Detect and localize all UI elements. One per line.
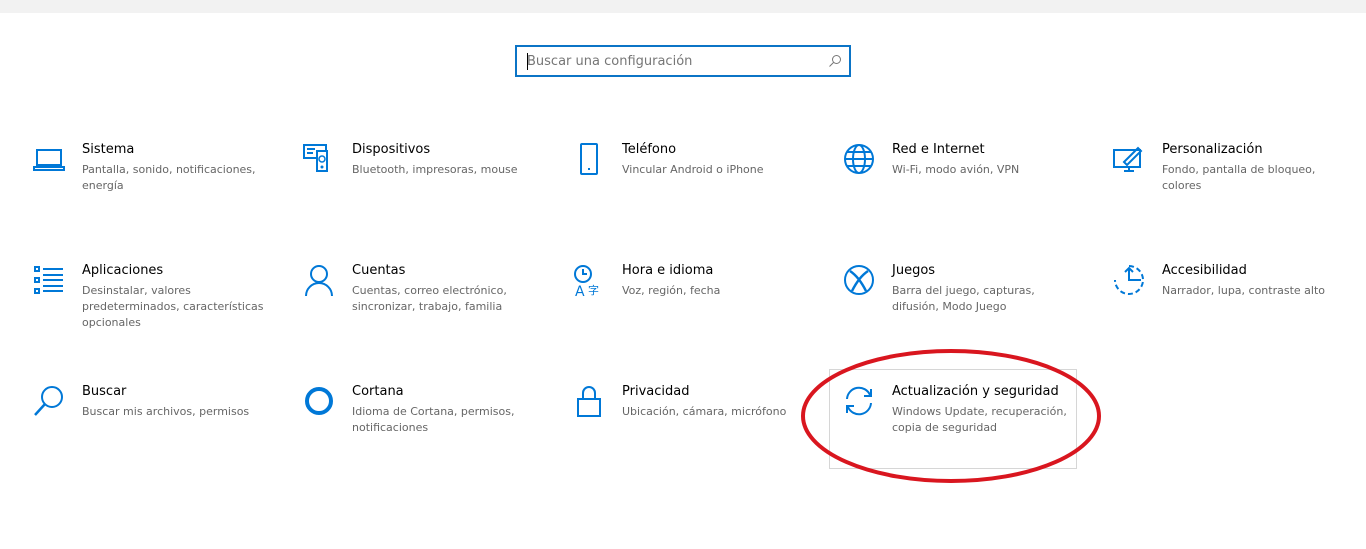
settings-tile-dispositivos[interactable]: Dispositivos Bluetooth, impresoras, mous… — [302, 142, 552, 242]
tile-description: Ubicación, cámara, micrófono — [622, 405, 787, 418]
person-icon — [305, 265, 333, 297]
xbox-icon — [844, 265, 874, 295]
tile-title: Personalización — [1162, 142, 1263, 157]
sync-icon — [846, 386, 872, 416]
settings-tile-sistema[interactable]: Sistema Pantalla, sonido, notificaciones… — [32, 142, 282, 242]
tile-description: Cuentas, correo electrónico, sincronizar… — [352, 284, 507, 313]
tile-description: Voz, región, fecha — [622, 284, 721, 297]
tile-title: Teléfono — [622, 142, 677, 157]
tile-title: Dispositivos — [352, 142, 431, 157]
search-input[interactable] — [527, 47, 817, 75]
settings-tile-juegos[interactable]: Juegos Barra del juego, capturas, difusi… — [842, 263, 1092, 363]
settings-tile-actualizacion-y-seguridad[interactable]: Actualización y seguridad Windows Update… — [842, 384, 1092, 484]
settings-tile-hora-e-idioma[interactable]: A字 Hora e idioma Voz, región, fecha — [572, 263, 822, 363]
settings-tile-buscar[interactable]: Buscar Buscar mis archivos, permisos — [32, 384, 282, 484]
tile-description: Buscar mis archivos, permisos — [82, 405, 250, 418]
settings-tile-cortana[interactable]: Cortana Idioma de Cortana, permisos, not… — [302, 384, 552, 484]
tile-title: Accesibilidad — [1162, 263, 1247, 278]
tile-title: Privacidad — [622, 384, 690, 399]
globe-icon — [844, 144, 874, 174]
lock-icon — [577, 386, 601, 417]
text-caret — [527, 53, 528, 70]
settings-tile-privacidad[interactable]: Privacidad Ubicación, cámara, micrófono — [572, 384, 822, 484]
tile-title: Juegos — [892, 263, 936, 278]
laptop-icon — [33, 149, 65, 171]
settings-tile-aplicaciones[interactable]: Aplicaciones Desinstalar, valores predet… — [32, 263, 282, 363]
tile-description: Pantalla, sonido, notificaciones, energí… — [82, 163, 256, 192]
tile-description: Vincular Android o iPhone — [622, 163, 764, 176]
time-language-icon: A字 — [574, 265, 599, 297]
cortana-icon — [305, 387, 333, 415]
tile-title: Cuentas — [352, 263, 406, 278]
devices-icon — [303, 144, 328, 172]
tile-title: Actualización y seguridad — [892, 384, 1059, 399]
search-icon — [34, 386, 63, 416]
title-bar — [0, 0, 1366, 13]
tile-description: Windows Update, recuperación, copia de s… — [892, 405, 1067, 434]
settings-tile-personalizacion[interactable]: Personalización Fondo, pantalla de bloqu… — [1112, 142, 1362, 242]
svg-text:A: A — [575, 284, 585, 297]
tile-description: Fondo, pantalla de bloqueo, colores — [1162, 163, 1316, 192]
tile-description: Wi-Fi, modo avión, VPN — [892, 163, 1020, 176]
search-box[interactable] — [515, 45, 851, 77]
personalization-icon — [1113, 146, 1143, 172]
tile-description: Bluetooth, impresoras, mouse — [352, 163, 518, 176]
settings-tile-accesibilidad[interactable]: Accesibilidad Narrador, lupa, contraste … — [1112, 263, 1362, 363]
tile-title: Cortana — [352, 384, 404, 399]
phone-icon — [580, 143, 598, 175]
svg-text:字: 字 — [588, 283, 599, 297]
apps-list-icon — [34, 266, 63, 294]
search-icon[interactable] — [827, 53, 843, 69]
accessibility-icon — [1114, 265, 1144, 295]
tile-description: Idioma de Cortana, permisos, notificacio… — [352, 405, 515, 434]
tile-description: Narrador, lupa, contraste alto — [1162, 284, 1326, 297]
settings-tile-red-e-internet[interactable]: Red e Internet Wi-Fi, modo avión, VPN — [842, 142, 1092, 242]
tile-description: Barra del juego, capturas, difusión, Mod… — [892, 284, 1035, 313]
tile-description: Desinstalar, valores predeterminados, ca… — [82, 284, 264, 329]
tile-title: Aplicaciones — [82, 263, 164, 278]
settings-tile-telefono[interactable]: Teléfono Vincular Android o iPhone — [572, 142, 822, 242]
settings-tile-cuentas[interactable]: Cuentas Cuentas, correo electrónico, sin… — [302, 263, 552, 363]
tile-title: Red e Internet — [892, 142, 985, 157]
tile-title: Sistema — [82, 142, 135, 157]
tile-title: Hora e idioma — [622, 263, 714, 278]
tile-title: Buscar — [82, 384, 127, 399]
